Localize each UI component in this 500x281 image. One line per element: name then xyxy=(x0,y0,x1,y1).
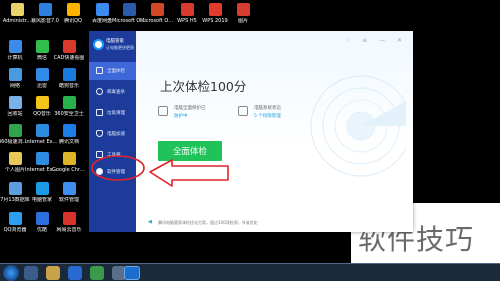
explorer-taskbar-icon[interactable] xyxy=(46,266,60,280)
library-icon xyxy=(35,68,49,81)
nav-item-label: 软件管理 xyxy=(107,170,125,175)
wechat-icon xyxy=(35,40,49,53)
nav-item-label: 垃圾清理 xyxy=(107,111,125,116)
network-icon xyxy=(8,68,22,81)
radar-graphic xyxy=(310,75,406,177)
pc-manager-icon xyxy=(35,182,49,195)
shortcut-label: CAD快速看图 xyxy=(53,55,85,61)
cad-shortcut[interactable]: CAD快速看图 xyxy=(52,38,86,61)
card-status: 防护中 xyxy=(174,114,188,119)
tencent-docs-shortcut[interactable]: 腾讯文档 xyxy=(52,122,86,145)
shortcut-label: Google Chrome xyxy=(52,167,86,173)
ie-taskbar-icon[interactable] xyxy=(24,266,38,280)
checkup-icon xyxy=(96,67,103,74)
360-safe-icon xyxy=(62,96,76,109)
chrome-taskbar-icon[interactable] xyxy=(90,266,104,280)
kugou-icon xyxy=(62,68,76,81)
shortcut-label: 软件管理 xyxy=(58,197,79,203)
nav-item-speedup[interactable]: 电脑加速 xyxy=(89,125,136,143)
picture-shortcut[interactable]: 图片 xyxy=(226,1,260,24)
kugou-shortcut[interactable]: 酷狗音乐 xyxy=(52,66,86,89)
baofeng-icon xyxy=(95,3,109,16)
toolbox-icon xyxy=(96,151,103,158)
app-main: ♡ ≡ — ✕ 上次体检100分 电脑全面保护已 防护中 电脑系统状态 5 个权… xyxy=(136,31,413,232)
data-icon xyxy=(8,182,22,195)
card-title: 电脑全面保护已 xyxy=(174,106,206,111)
360-safe-shortcut[interactable]: 360安全卫士 xyxy=(52,94,86,117)
personal-folder-icon xyxy=(8,152,22,165)
mihoyo-icon xyxy=(35,212,49,225)
status-text: 腾讯电脑管家体检优化方案，超过100项检测，节省优化 xyxy=(158,220,258,225)
nav-item-software[interactable]: 软件管理 xyxy=(89,163,136,181)
media-taskbar-icon[interactable] xyxy=(68,266,82,280)
shortcut-label: 网易云音乐 xyxy=(56,227,82,233)
software-manager-icon xyxy=(62,182,76,195)
card-status: 5 个权限管理 xyxy=(254,114,281,119)
recycle-bin-icon xyxy=(8,96,22,109)
window-controls[interactable]: ♡ ≡ — ✕ xyxy=(345,37,407,44)
netease-shortcut[interactable]: 网易云音乐 xyxy=(52,210,86,233)
nav-item-label: 电脑加速 xyxy=(107,132,125,137)
desktop-top-row: Administr... 暴风影音7.0 腾讯QQ 百度网盘 Microsoft Off… xyxy=(0,0,500,30)
brand-subtitle: 让电脑更快更稳 xyxy=(106,45,134,50)
app-sidebar: 电脑管家 让电脑更快更稳 全面体检 病毒查杀 垃圾清理 电脑加速 工具箱 软件管… xyxy=(89,31,136,232)
start-button[interactable] xyxy=(3,265,19,281)
nav-item-virus[interactable]: 病毒查杀 xyxy=(89,83,136,101)
nav-item-label: 病毒查杀 xyxy=(107,90,125,95)
virus-icon xyxy=(96,88,103,95)
360-browser-icon xyxy=(8,124,22,137)
shortcut-label: 360安全卫士 xyxy=(54,111,84,117)
card-title: 电脑系统状态 xyxy=(254,106,281,111)
monitor-icon xyxy=(238,106,248,116)
page-title: 上次体检100分 xyxy=(160,79,247,94)
netease-icon xyxy=(62,212,76,225)
brand: 电脑管家 让电脑更快更稳 xyxy=(93,37,135,55)
cleanup-icon xyxy=(96,109,103,116)
rocket-icon xyxy=(96,130,103,137)
chrome-shortcut[interactable]: Google Chrome xyxy=(52,150,86,173)
chrome-icon xyxy=(62,152,76,165)
ie-icon xyxy=(35,124,49,137)
brand-logo-icon xyxy=(93,39,104,50)
protection-card[interactable]: 电脑全面保护已 防护中 xyxy=(158,103,228,123)
shortcut-label: 腾讯文档 xyxy=(58,139,79,145)
qq-browser-icon xyxy=(8,212,22,225)
shortcut-label: 图片 xyxy=(237,18,248,24)
nav-item-label: 全面体检 xyxy=(107,69,125,74)
status-bar: ◀ 腾讯电脑管家体检优化方案，超过100项检测，节省优化 xyxy=(136,212,413,232)
nav-item-toolbox[interactable]: 工具箱 xyxy=(89,146,136,164)
cad-icon xyxy=(62,40,76,53)
shortcut-label: 酷狗音乐 xyxy=(58,83,79,89)
shortcut-label: Microsoft Office Po... xyxy=(140,18,174,24)
wps-h5-icon xyxy=(180,3,194,16)
storm-video-icon xyxy=(38,3,52,16)
computer-icon xyxy=(8,40,22,53)
tencent-qq-icon xyxy=(66,3,80,16)
speaker-icon: ◀ xyxy=(148,219,152,225)
full-scan-button[interactable]: 全面体检 xyxy=(158,141,222,161)
brand-name: 电脑管家 xyxy=(106,39,124,44)
system-card[interactable]: 电脑系统状态 5 个权限管理 xyxy=(238,103,308,123)
tencent-docs-icon xyxy=(62,124,76,137)
nav-item-label: 工具箱 xyxy=(107,153,121,158)
qq-music-icon xyxy=(35,96,49,109)
pc-manager-taskbar-icon[interactable] xyxy=(124,266,140,280)
office-ppt-icon xyxy=(150,3,164,16)
ie2-icon xyxy=(35,152,49,165)
wps-2019-icon xyxy=(208,3,222,16)
office-ppt-shortcut[interactable]: Microsoft Office Po... xyxy=(140,1,174,24)
nav-item-checkup[interactable]: 全面体检 xyxy=(89,62,136,80)
software-manager-shortcut[interactable]: 软件管理 xyxy=(52,180,86,203)
software-manager-nav-icon xyxy=(96,168,103,175)
office-word-icon xyxy=(122,3,136,16)
shield-icon xyxy=(158,106,168,116)
admin-folder-icon xyxy=(10,3,24,16)
nav-item-cleanup[interactable]: 垃圾清理 xyxy=(89,104,136,122)
taskbar xyxy=(0,263,500,281)
picture-icon xyxy=(236,3,250,16)
pc-manager-window: 电脑管家 让电脑更快更稳 全面体检 病毒查杀 垃圾清理 电脑加速 工具箱 软件管… xyxy=(89,31,413,232)
